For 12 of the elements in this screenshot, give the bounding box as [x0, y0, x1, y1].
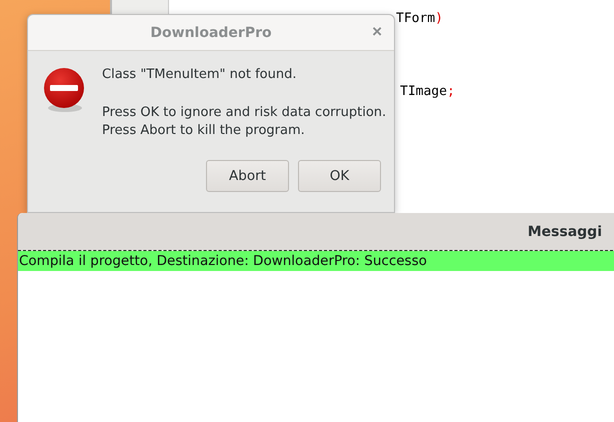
message-row[interactable]: Compila il progetto, Destinazione: DownloaderPro: Successo [18, 251, 614, 271]
code-symbol: ) [435, 11, 443, 26]
dialog-button[interactable]: OK [298, 160, 381, 192]
dialog-text: Press OK to ignore and risk data corruption. [102, 104, 386, 122]
error-message: Class "TMenuItem" not found. [102, 66, 298, 84]
code-symbol: ; [446, 84, 455, 99]
panel-title: Messaggi [528, 224, 602, 240]
code-identifier: TImage [400, 84, 447, 99]
dialog-text: Press Abort to kill the program. [102, 122, 306, 140]
code-identifier: TForm [396, 11, 436, 26]
window-title: DownloaderPro [150, 24, 272, 40]
dialog-button[interactable]: Abort [206, 160, 289, 192]
